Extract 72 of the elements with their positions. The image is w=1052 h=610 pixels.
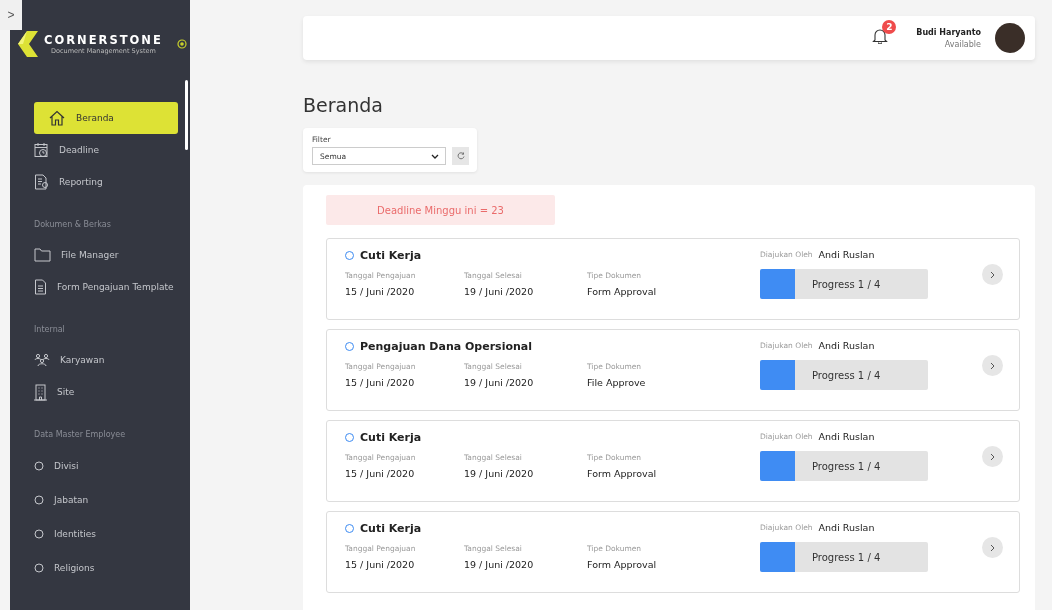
progress-label: Progress 1 / 4	[812, 551, 881, 563]
brand-name: CORNERSTONE	[44, 33, 163, 47]
sidebar-item[interactable]: Beranda	[34, 102, 178, 134]
sidebar-item[interactable]: Karyawan	[34, 344, 178, 376]
section-heading: Data Master Employee	[33, 430, 127, 439]
section-heading: Dokumen & Berkas	[33, 220, 112, 229]
home-icon	[48, 110, 66, 126]
open-button[interactable]	[982, 355, 1003, 376]
deadline-banner: Deadline Minggu ini = 23	[326, 195, 555, 225]
open-button[interactable]	[982, 537, 1003, 558]
folder-icon	[34, 248, 51, 262]
document-title: Cuti Kerja	[360, 522, 422, 535]
chevron-down-icon	[431, 153, 440, 159]
document-title: Cuti Kerja	[360, 431, 422, 444]
chevron-right-icon	[990, 452, 995, 461]
sidebar-item[interactable]: Jabatan	[34, 483, 178, 517]
sidebar-item[interactable]: Reporting	[34, 166, 178, 198]
field-value: Form Approval	[587, 559, 657, 570]
progress-label: Progress 1 / 4	[812, 460, 881, 472]
field-value: 15 / Juni /2020	[345, 377, 416, 388]
field-value: 15 / Juni /2020	[345, 468, 416, 479]
document-title: Cuti Kerja	[360, 249, 422, 262]
user-status: Available	[944, 39, 981, 49]
calendar-clock-icon	[34, 142, 49, 158]
circle-icon	[34, 461, 44, 471]
field-value: 19 / Juni /2020	[464, 286, 535, 297]
chevron-right-icon	[990, 543, 995, 552]
chevron-right-icon	[990, 270, 995, 279]
open-button[interactable]	[982, 264, 1003, 285]
sidebar-item[interactable]: Identities	[34, 517, 178, 551]
cornerstone-logo-icon	[18, 31, 38, 57]
circle-icon	[34, 563, 44, 573]
field-value: File Approve	[587, 377, 646, 388]
open-button[interactable]	[982, 446, 1003, 467]
refresh-button[interactable]	[452, 147, 469, 165]
field-value: Form Approval	[587, 286, 657, 297]
target-icon	[176, 39, 187, 49]
sidebar-item[interactable]: Site	[34, 376, 178, 408]
sidebar-item[interactable]: Form Pengajuan Template	[34, 271, 178, 303]
people-group-icon	[34, 352, 50, 368]
circle-icon	[34, 529, 44, 539]
section-heading: Internal	[33, 325, 66, 334]
sidebar-item[interactable]: Religions	[34, 551, 178, 585]
report-document-icon	[34, 174, 49, 190]
circle-icon	[34, 495, 44, 505]
sidebar-item[interactable]: File Manager	[34, 239, 178, 271]
progress-label: Progress 1 / 4	[812, 369, 881, 381]
field-value: Form Approval	[587, 468, 657, 479]
field-value: 19 / Juni /2020	[464, 559, 535, 570]
field-value: 19 / Juni /2020	[464, 468, 535, 479]
sidebar-item[interactable]: Divisi	[34, 449, 178, 483]
notification-badge: 2	[882, 20, 897, 34]
bell-icon	[872, 28, 889, 44]
building-icon	[34, 383, 47, 401]
field-value: 15 / Juni /2020	[345, 286, 416, 297]
progress-label: Progress 1 / 4	[812, 278, 881, 290]
field-value: 15 / Juni /2020	[345, 559, 416, 570]
avatar[interactable]	[995, 23, 1025, 53]
scrollbar-thumb[interactable]	[185, 80, 188, 150]
refresh-icon	[456, 152, 465, 160]
submitter-name: Andi Ruslan	[818, 340, 875, 351]
document-title: Pengajuan Dana Opersional	[360, 340, 532, 353]
submitter-name: Andi Ruslan	[818, 249, 875, 260]
submitter-name: Andi Ruslan	[818, 431, 875, 442]
page-title: Beranda	[303, 94, 384, 116]
document-icon	[34, 279, 47, 295]
user-name: Budi Haryanto	[916, 27, 981, 37]
chevron-right-icon	[990, 361, 995, 370]
submitter-name: Andi Ruslan	[818, 522, 875, 533]
sidebar-toggle-button[interactable]: >	[0, 0, 22, 30]
field-value: 19 / Juni /2020	[464, 377, 535, 388]
sidebar-item[interactable]: Deadline	[34, 134, 178, 166]
